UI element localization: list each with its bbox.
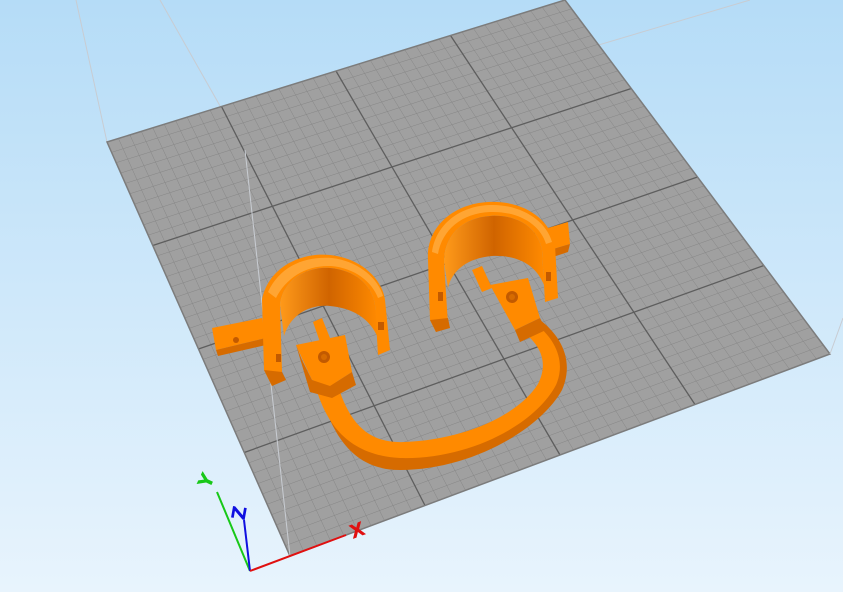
3d-viewport[interactable]: Y Z X (0, 0, 843, 592)
